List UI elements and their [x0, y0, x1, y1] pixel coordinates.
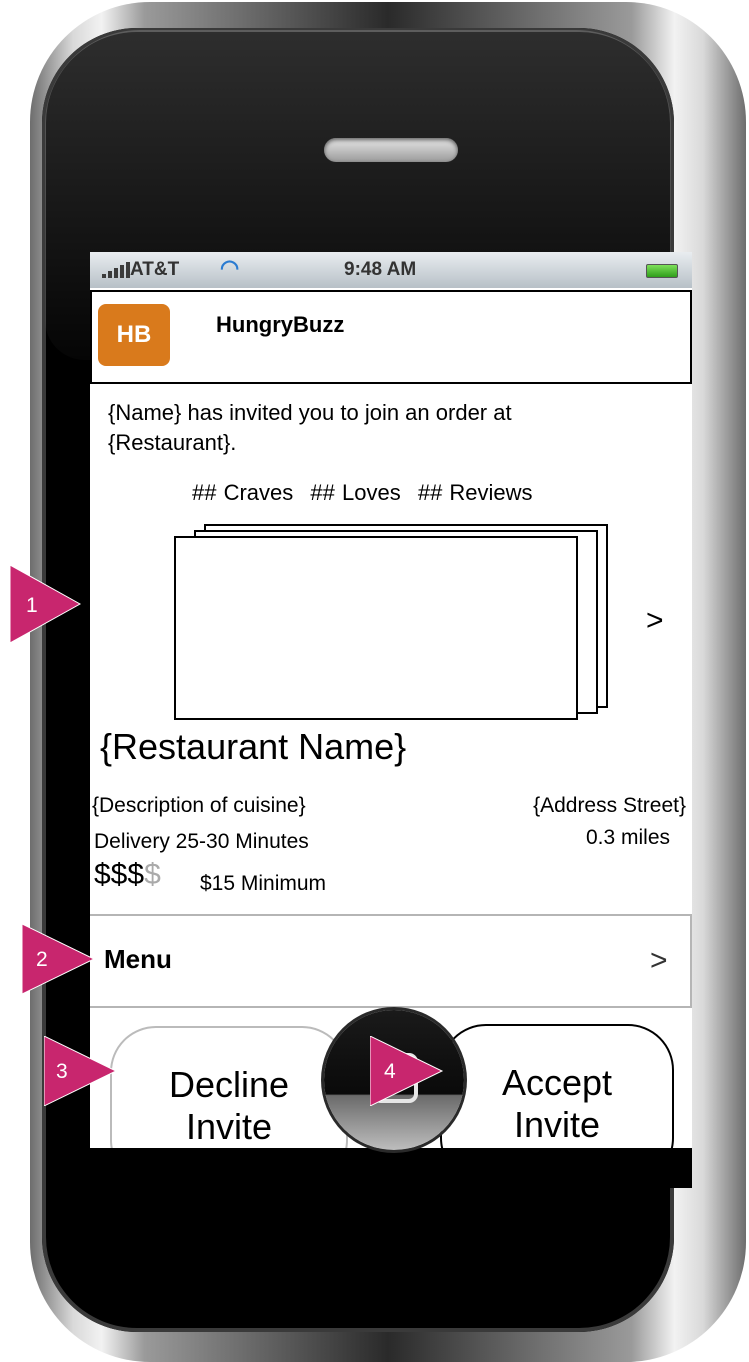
- order-minimum: $15 Minimum: [200, 872, 327, 895]
- accept-invite-button[interactable]: Accept Invite: [440, 1024, 674, 1148]
- annotation-number-3: 3: [56, 1060, 68, 1083]
- annotation-marker-1: [10, 565, 82, 643]
- restaurant-name: {Restaurant Name}: [100, 726, 407, 767]
- status-bar: AT&T ◠ 9:48 AM: [90, 252, 692, 288]
- accept-label-2: Invite: [513, 1104, 601, 1145]
- annotation-marker-2: [22, 924, 96, 994]
- price-active: $$$: [94, 858, 145, 891]
- invite-message: {Name} has invited you to join an order …: [108, 398, 668, 458]
- chevron-right-icon: >: [650, 944, 668, 977]
- restaurant-distance: 0.3 miles: [585, 826, 670, 849]
- earpiece-speaker: [324, 138, 458, 162]
- price-inactive: $: [144, 858, 161, 891]
- wifi-icon: ◠: [220, 255, 240, 280]
- restaurant-stats: ## Craves ## Loves ## Reviews: [192, 480, 543, 506]
- annotation-marker-4: [370, 1036, 444, 1106]
- accept-label-1: Accept: [501, 1062, 613, 1103]
- signal-strength-icon: [102, 262, 130, 278]
- loves-count[interactable]: ## Loves: [310, 480, 400, 505]
- restaurant-photo[interactable]: [174, 536, 578, 720]
- invite-line-1: {Name} has invited you to join an order …: [108, 400, 512, 425]
- decline-label-2: Invite: [185, 1106, 273, 1147]
- annotation-number-4: 4: [384, 1060, 396, 1083]
- price-level: $$$$: [94, 858, 161, 892]
- decline-invite-button[interactable]: Decline Invite: [110, 1026, 348, 1148]
- carrier-name: AT&T: [130, 259, 180, 280]
- reviews-count[interactable]: ## Reviews: [418, 480, 533, 505]
- app-header: HB HungryBuzz: [90, 290, 692, 384]
- cuisine-description: {Description of cuisine}: [92, 794, 306, 817]
- restaurant-address[interactable]: {Address Street}: [533, 794, 686, 818]
- status-time: 9:48 AM: [344, 259, 417, 280]
- delivery-time: Delivery 25-30 Minutes: [94, 830, 309, 853]
- next-photo-button[interactable]: >: [646, 604, 664, 638]
- menu-row[interactable]: Menu >: [90, 914, 692, 1008]
- battery-icon: [646, 264, 678, 278]
- craves-count[interactable]: ## Craves: [192, 480, 293, 505]
- screen-bottom-bezel: [90, 1148, 692, 1188]
- app-logo: HB: [98, 304, 170, 366]
- invite-line-2: {Restaurant}.: [108, 430, 237, 455]
- menu-label: Menu: [104, 944, 172, 974]
- annotation-number-2: 2: [36, 948, 48, 971]
- app-name: HungryBuzz: [216, 312, 345, 337]
- decline-label-1: Decline: [168, 1064, 290, 1105]
- annotation-number-1: 1: [26, 594, 38, 617]
